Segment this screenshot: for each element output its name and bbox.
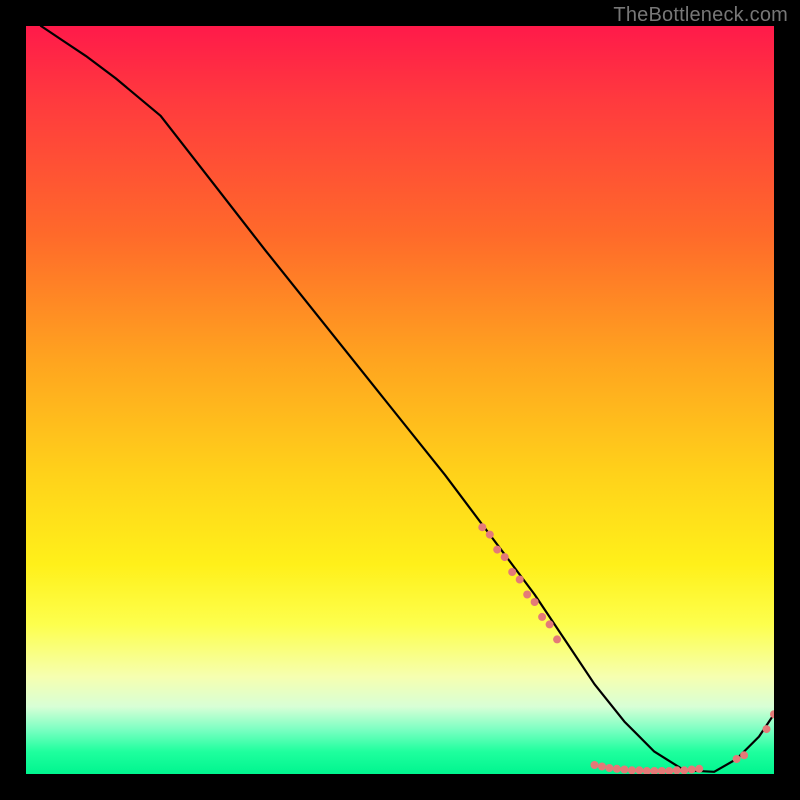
scatter-point xyxy=(605,764,613,772)
scatter-point xyxy=(478,523,486,531)
chart-overlay xyxy=(26,26,774,774)
scatter-point xyxy=(665,767,673,774)
curve-line xyxy=(41,26,774,772)
chart-container: TheBottleneck.com xyxy=(0,0,800,800)
scatter-point xyxy=(695,765,703,773)
scatter-point xyxy=(658,767,666,774)
scatter-point xyxy=(546,620,554,628)
plot-area xyxy=(26,26,774,774)
scatter-point xyxy=(508,568,516,576)
scatter-point xyxy=(598,763,606,771)
scatter-point xyxy=(538,613,546,621)
scatter-point xyxy=(763,725,771,733)
scatter-point xyxy=(740,751,748,759)
watermark-text: TheBottleneck.com xyxy=(613,4,788,27)
scatter-point xyxy=(531,598,539,606)
scatter-point xyxy=(553,635,561,643)
scatter-point xyxy=(770,710,774,718)
scatter-point xyxy=(628,766,636,774)
scatter-point xyxy=(620,766,628,774)
scatter-point xyxy=(501,553,509,561)
scatter-point xyxy=(493,546,501,554)
scatter-point xyxy=(635,766,643,774)
scatter-point xyxy=(650,767,658,774)
scatter-point xyxy=(591,761,599,769)
scatter-point xyxy=(643,767,651,774)
scatter-point xyxy=(523,591,531,599)
scatter-point xyxy=(516,576,524,584)
scatter-point xyxy=(688,766,696,774)
scatter-point xyxy=(673,766,681,774)
scatter-point xyxy=(733,755,741,763)
scatter-point xyxy=(680,766,688,774)
scatter-point xyxy=(486,531,494,539)
scatter-point xyxy=(613,765,621,773)
scatter-markers xyxy=(478,523,774,774)
